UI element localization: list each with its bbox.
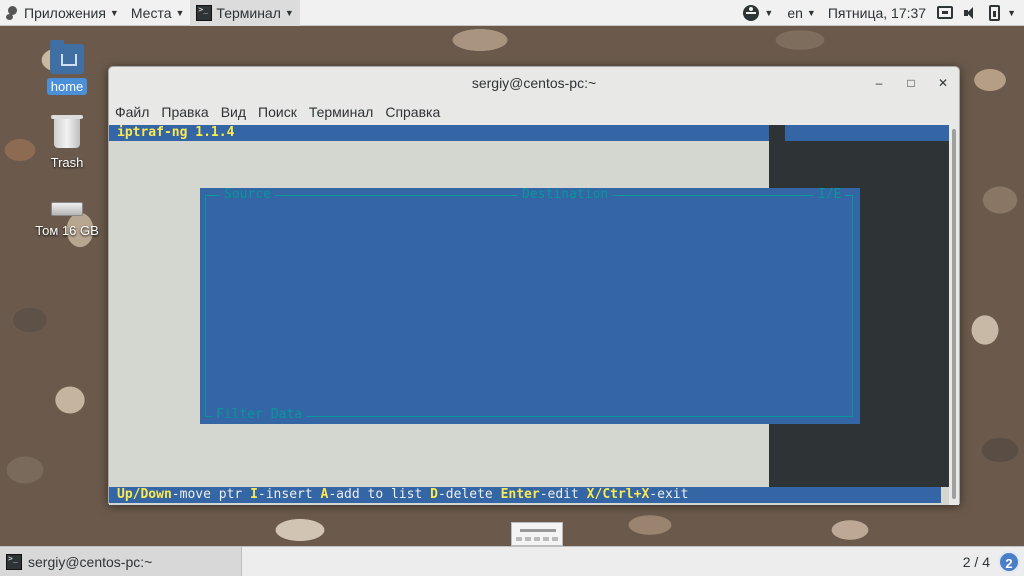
chevron-down-icon: ▼ [109,7,119,18]
language-menu[interactable]: en ▼ [781,0,822,26]
terminal-scrollbar[interactable] [949,125,959,505]
column-destination: Destination [518,188,613,202]
menu-file[interactable]: Файл [109,104,155,120]
gnome-foot-icon [6,5,18,20]
column-ie: I/E [814,188,846,202]
status-key: Enter [500,487,540,502]
accessibility-icon[interactable] [743,4,760,21]
bottom-panel: >_ sergiy@centos-pc:~ 2 / 4 2 [0,546,1024,576]
desktop-icon-trash[interactable]: Trash [27,115,107,171]
terminal-window: sergiy@centos-pc:~ – □ ✕ Файл Правка Вид… [108,66,960,505]
status-desc: -edit [539,487,587,502]
status-desc: -delete [437,487,501,502]
status-key: D [430,487,438,502]
chevron-down-icon: ▼ [284,7,294,18]
drive-icon [51,202,83,216]
desktop-icon-label: home [46,78,88,95]
menu-terminal[interactable]: Терминал [303,104,379,120]
menu-view[interactable]: Вид [215,104,252,120]
window-title: sergiy@centos-pc:~ [471,75,597,91]
screen-icon[interactable] [937,6,954,19]
status-key: X/Ctrl+X [586,487,650,502]
window-titlebar[interactable]: sergiy@centos-pc:~ – □ ✕ [109,67,959,99]
filter-data-label: Filter Data [212,408,307,422]
desktop-icon-label: Trash [50,155,84,170]
active-app-label: Терминал [216,4,281,21]
top-bar: Приложения ▼ Места ▼ >_ Терминал ▼ ▼ en … [0,0,1024,26]
places-menu[interactable]: Места ▼ [125,0,191,26]
menu-search[interactable]: Поиск [252,104,303,120]
status-bar: Up/Down-move ptr I-insert A-add to list … [109,487,941,503]
battery-icon[interactable] [989,4,1001,21]
app-header-right [785,125,951,141]
workspace-indicator: 2 / 4 [962,553,990,570]
desktop-icon-label: Том 16 GB [35,223,99,238]
status-desc: -add to list [328,487,431,502]
app-header: iptraf-ng 1.1.4 [109,125,769,141]
chevron-down-icon: ▼ [175,7,185,18]
minimize-button[interactable]: – [869,73,889,93]
status-desc: -insert [257,487,321,502]
volume-icon[interactable] [963,5,979,21]
clock[interactable]: Пятница, 17:37 [822,0,932,26]
terminal-screen[interactable]: iptraf-ng 1.1.4 Source Destination I/E F… [109,125,951,505]
menu-edit[interactable]: Правка [155,104,214,120]
status-key: I [250,487,258,502]
status-key: Up/Down [117,487,172,502]
filter-dialog: Source Destination I/E Filter Data [200,188,860,424]
column-source: Source [220,188,275,202]
dialog-frame [205,195,853,417]
trash-icon [51,115,83,148]
active-app-menu[interactable]: >_ Терминал ▼ [190,0,300,26]
menu-bar: Файл Правка Вид Поиск Терминал Справка [109,99,959,125]
status-desc: -exit [649,487,689,502]
maximize-button[interactable]: □ [901,73,921,93]
applications-label: Приложения [24,4,106,21]
applications-menu[interactable]: Приложения ▼ [0,0,125,26]
datetime-label: Пятница, 17:37 [827,4,927,21]
desktop-icon-home[interactable]: home [27,40,107,95]
close-button[interactable]: ✕ [933,73,953,93]
terminal-icon: >_ [196,4,213,21]
taskbar-item-label: sergiy@centos-pc:~ [28,553,153,570]
menu-help[interactable]: Справка [379,104,446,120]
chevron-down-icon: ▼ [764,7,774,18]
workspace-thumbnail[interactable] [511,522,563,546]
chevron-down-icon: ▼ [806,7,816,18]
terminal-icon: >_ [6,553,22,570]
workspace-badge[interactable]: 2 [998,550,1020,573]
chevron-down-icon[interactable]: ▼ [1007,8,1016,18]
language-label: en [787,4,803,21]
terminal-bottom-edge [109,503,951,505]
desktop-icon-volume[interactable]: Том 16 GB [27,194,107,239]
workspace-switcher[interactable]: 2 / 4 2 [962,550,1024,573]
taskbar-item-terminal[interactable]: >_ sergiy@centos-pc:~ [0,546,242,576]
status-desc: -move ptr [171,487,251,502]
folder-icon [50,40,84,74]
places-label: Места [130,4,172,21]
